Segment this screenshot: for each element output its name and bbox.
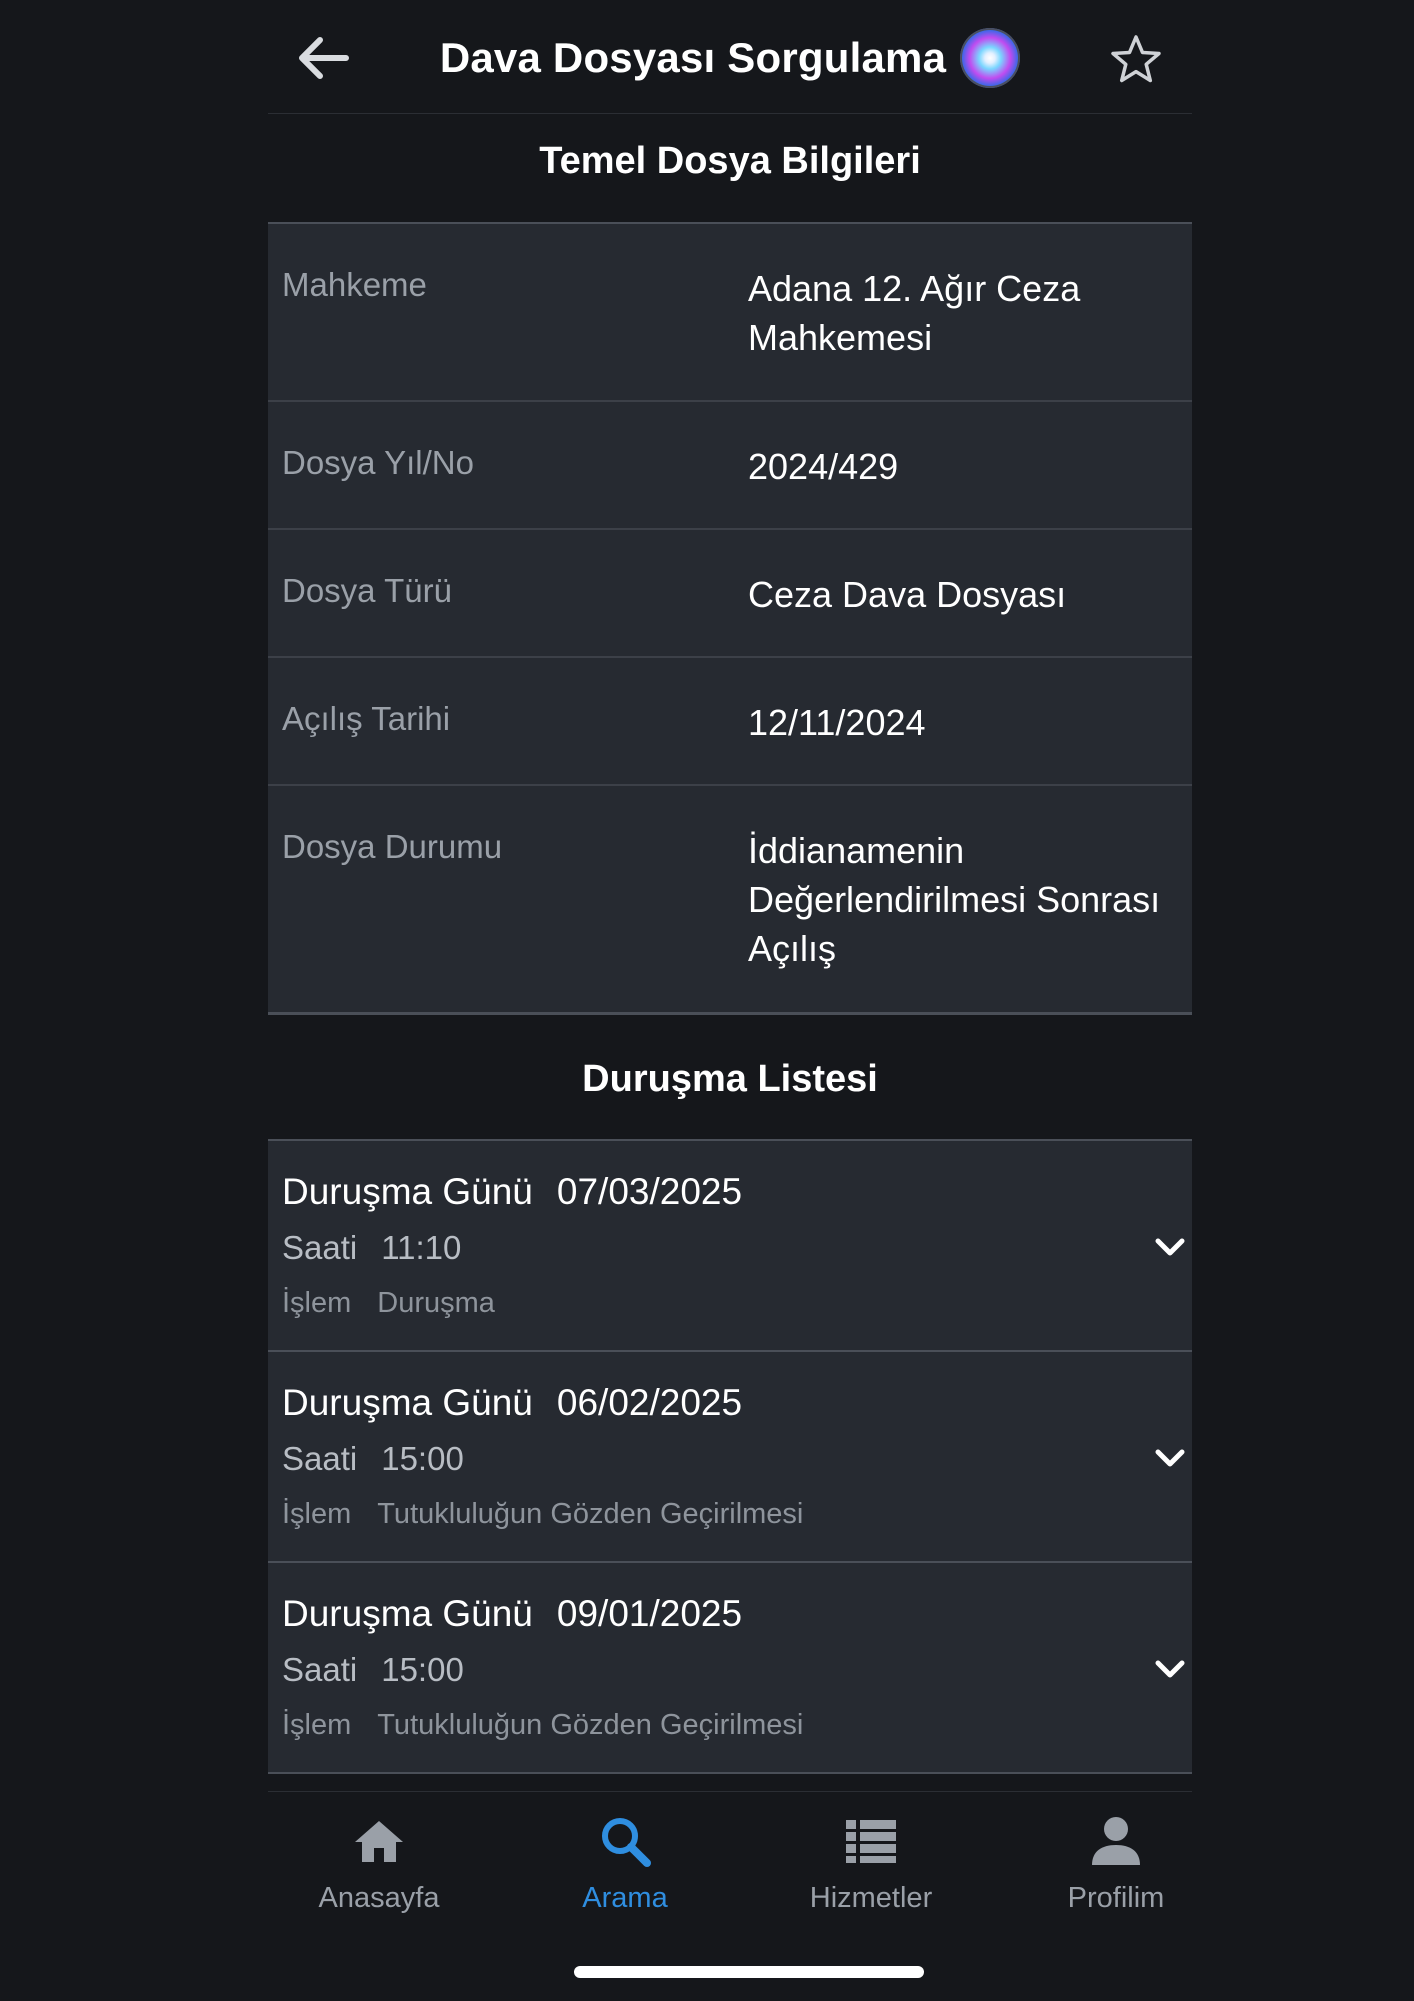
list-icon xyxy=(846,1820,896,1863)
tab-search[interactable]: Arama xyxy=(525,1810,725,1915)
hearing-time-label: Saati xyxy=(282,1229,358,1266)
person-icon xyxy=(1092,1817,1140,1865)
expand-button[interactable] xyxy=(1152,1229,1188,1265)
info-row-file-type: Dosya Türü Ceza Dava Dosyası xyxy=(268,528,1192,656)
star-outline-icon xyxy=(1111,35,1161,83)
hearing-date-label: Duruşma Günü xyxy=(282,1593,533,1634)
hearing-date-label: Duruşma Günü xyxy=(282,1382,533,1423)
hearing-date-line: Duruşma Günü 09/01/2025 xyxy=(282,1593,742,1635)
search-icon xyxy=(602,1818,651,1867)
hearing-time-label: Saati xyxy=(282,1651,358,1688)
hearing-action-label: İşlem xyxy=(282,1709,352,1741)
hearing-item[interactable]: Duruşma Günü 07/03/2025 Saati 11:10 İşlem D… xyxy=(268,1141,1192,1352)
expand-button[interactable] xyxy=(1152,1440,1188,1476)
home-indicator[interactable] xyxy=(574,1966,924,1978)
app-screen: Dava Dosyası Sorgulama Temel Dosya Bilgi… xyxy=(268,0,1192,2001)
hearing-time-label: Saati xyxy=(282,1440,358,1477)
chevron-down-icon xyxy=(1155,1238,1185,1256)
hearing-list-title: Duruşma Listesi xyxy=(582,1058,878,1100)
hearing-item[interactable]: Duruşma Günü 09/01/2025 Saati 15:00 İşlem T… xyxy=(268,1563,1192,1774)
hearing-date: 09/01/2025 xyxy=(556,1593,743,1634)
hearing-date: 07/03/2025 xyxy=(556,1171,743,1212)
home-icon xyxy=(355,1821,403,1862)
hearing-date-label: Duruşma Günü xyxy=(282,1171,533,1212)
hearing-action-label: İşlem xyxy=(282,1498,352,1530)
info-row-court: Mahkeme Adana 12. Ağır Ceza Mahkemesi xyxy=(268,224,1192,400)
expand-button[interactable] xyxy=(1152,1651,1188,1687)
info-row-opening-date: Açılış Tarihi 12/11/2024 xyxy=(268,656,1192,784)
hearing-time-line: Saati 15:00 xyxy=(282,1651,464,1689)
page-title: Dava Dosyası Sorgulama xyxy=(439,34,947,81)
hearing-list: Duruşma Günü 07/03/2025 Saati 11:10 İşlem D… xyxy=(268,1139,1192,1774)
tab-label: Hizmetler xyxy=(809,1882,933,1914)
basic-info-table: Mahkeme Adana 12. Ağır Ceza Mahkemesi Do… xyxy=(268,222,1192,1015)
info-value: Ceza Dava Dosyası xyxy=(748,574,1067,615)
info-value: İddianamenin Değerlendirilmesi Sonrası A… xyxy=(748,830,1161,969)
hearing-item[interactable]: Duruşma Günü 06/02/2025 Saati 15:00 İşlem T… xyxy=(268,1352,1192,1563)
info-label: Dosya Türü xyxy=(282,572,452,609)
info-row-file-number: Dosya Yıl/No 2024/429 xyxy=(268,400,1192,528)
siri-icon[interactable] xyxy=(960,28,1021,88)
info-value: 2024/429 xyxy=(748,446,899,487)
info-label: Mahkeme xyxy=(282,266,427,303)
hearing-action-line: İşlem Duruşma xyxy=(282,1287,495,1320)
info-value: Adana 12. Ağır Ceza Mahkemesi xyxy=(748,268,1081,358)
tab-home[interactable]: Anasayfa xyxy=(279,1810,479,1915)
hearing-time-line: Saati 11:10 xyxy=(282,1229,461,1267)
chevron-down-icon xyxy=(1155,1449,1185,1467)
hearing-action: Tutukluluğun Gözden Geçirilmesi xyxy=(377,1709,804,1741)
hearing-time: 11:10 xyxy=(381,1229,462,1266)
basic-info-title: Temel Dosya Bilgileri xyxy=(539,140,921,182)
hearing-date: 06/02/2025 xyxy=(556,1382,743,1423)
tab-label: Profilim xyxy=(1067,1882,1165,1914)
info-row-file-status: Dosya Durumu İddianamenin Değerlendirilm… xyxy=(268,784,1192,1012)
hearing-action: Tutukluluğun Gözden Geçirilmesi xyxy=(377,1498,804,1530)
hearing-date-line: Duruşma Günü 07/03/2025 xyxy=(282,1171,742,1213)
hearing-time-line: Saati 15:00 xyxy=(282,1440,464,1478)
tab-profile[interactable]: Profilim xyxy=(1016,1810,1216,1915)
hearing-action-label: İşlem xyxy=(282,1287,352,1319)
top-nav-bar: Dava Dosyası Sorgulama xyxy=(268,0,1192,114)
tab-label: Anasayfa xyxy=(318,1882,440,1914)
info-label: Açılış Tarihi xyxy=(282,700,451,737)
info-label: Dosya Durumu xyxy=(282,828,503,865)
tab-label: Arama xyxy=(582,1882,668,1914)
title-group: Dava Dosyası Sorgulama xyxy=(268,24,1192,92)
info-label: Dosya Yıl/No xyxy=(282,444,474,481)
hearing-action-line: İşlem Tutukluluğun Gözden Geçirilmesi xyxy=(282,1498,803,1531)
chevron-down-icon xyxy=(1155,1660,1185,1678)
hearing-action-line: İşlem Tutukluluğun Gözden Geçirilmesi xyxy=(282,1709,803,1742)
favorite-button[interactable] xyxy=(1106,30,1166,90)
hearing-time: 15:00 xyxy=(381,1651,464,1688)
tab-services[interactable]: Hizmetler xyxy=(771,1810,971,1915)
info-value: 12/11/2024 xyxy=(748,702,926,743)
hearing-date-line: Duruşma Günü 06/02/2025 xyxy=(282,1382,742,1424)
hearing-action: Duruşma xyxy=(377,1287,495,1319)
hearing-time: 15:00 xyxy=(381,1440,464,1477)
